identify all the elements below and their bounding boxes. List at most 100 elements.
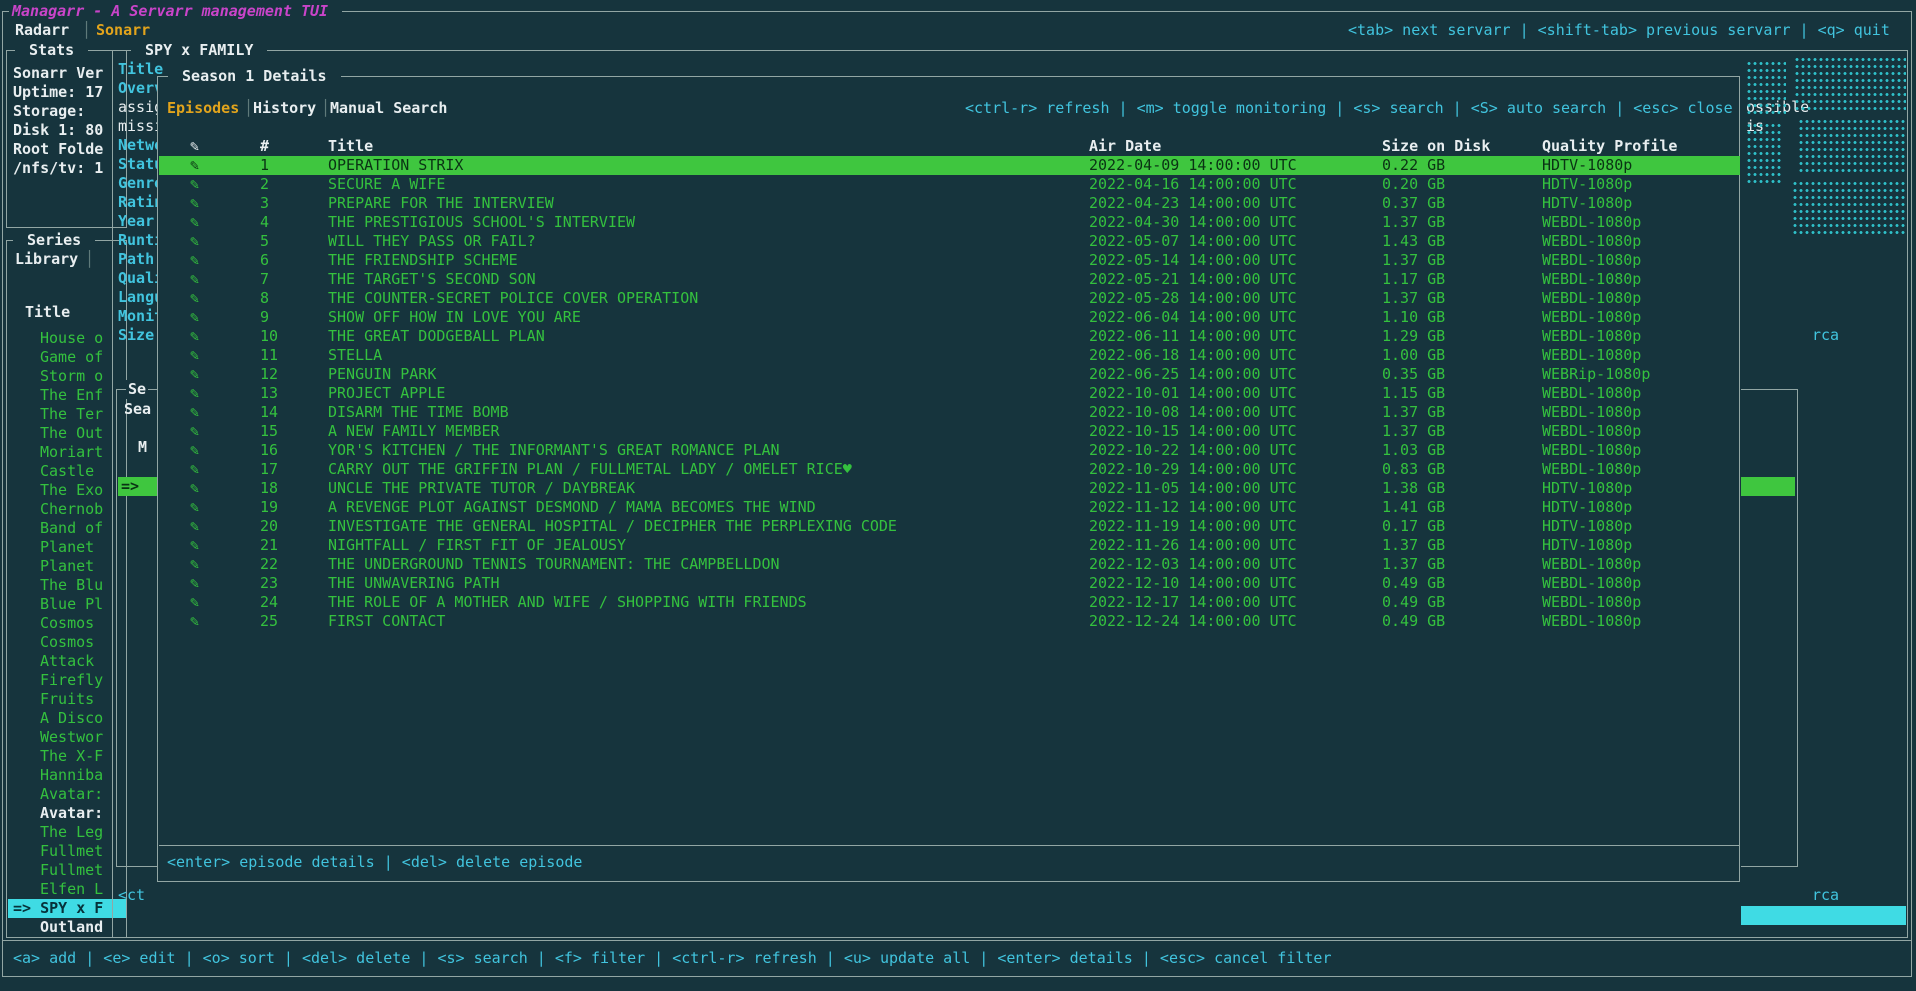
series-list-item[interactable]: => SPY x F <box>8 899 126 918</box>
episode-row[interactable]: ✎11STELLA2022-06-18 14:00:00 UTC1.00 GBW… <box>159 346 1740 365</box>
series-list-item[interactable]: Firefly <box>8 671 126 690</box>
episode-quality: WEBDL-1080p <box>1542 612 1641 631</box>
series-list-item[interactable]: Storm o <box>8 367 126 386</box>
column-header-title[interactable]: Title <box>328 137 373 156</box>
series-list-item[interactable]: Hanniba <box>8 766 126 785</box>
episode-row[interactable]: ✎3PREPARE FOR THE INTERVIEW2022-04-23 14… <box>159 194 1740 213</box>
monitoring-icon: ✎ <box>190 137 199 156</box>
episode-row[interactable]: ✎20INVESTIGATE THE GENERAL HOSPITAL / DE… <box>159 517 1740 536</box>
series-list-item[interactable]: Elfen L <box>8 880 126 899</box>
episode-title: FIRST CONTACT <box>328 612 445 631</box>
episode-size: 1.03 GB <box>1382 441 1445 460</box>
tab-library[interactable]: Library <box>15 250 78 269</box>
episode-row[interactable]: ✎22THE UNDERGROUND TENNIS TOURNAMENT: TH… <box>159 555 1740 574</box>
episode-row[interactable]: ✎18UNCLE THE PRIVATE TUTOR / DAYBREAK202… <box>159 479 1740 498</box>
series-list-item[interactable]: The Ter <box>8 405 126 424</box>
episode-row[interactable]: ✎21NIGHTFALL / FIRST FIT OF JEALOUSY2022… <box>159 536 1740 555</box>
column-header-quality[interactable]: Quality Profile <box>1542 137 1677 156</box>
episode-row[interactable]: ✎6THE FRIENDSHIP SCHEME2022-05-14 14:00:… <box>159 251 1740 270</box>
tab-sonarr[interactable]: Sonarr <box>96 21 150 40</box>
episode-row[interactable]: ✎8THE COUNTER-SECRET POLICE COVER OPERAT… <box>159 289 1740 308</box>
tab-manual-search[interactable]: Manual Search <box>330 99 447 118</box>
episode-row[interactable]: ✎15A NEW FAMILY MEMBER2022-10-15 14:00:0… <box>159 422 1740 441</box>
episode-quality: WEBDL-1080p <box>1542 270 1641 289</box>
selected-season-row-fragment[interactable]: => <box>118 477 157 496</box>
episode-title: OPERATION STRIX <box>328 156 463 175</box>
episode-number: 19 <box>260 498 278 517</box>
episode-row[interactable]: ✎14DISARM THE TIME BOMB2022-10-08 14:00:… <box>159 403 1740 422</box>
series-list-item[interactable]: The Blu <box>8 576 126 595</box>
episode-row[interactable]: ✎7THE TARGET'S SECOND SON2022-05-21 14:0… <box>159 270 1740 289</box>
episode-size: 1.37 GB <box>1382 289 1445 308</box>
episode-quality: HDTV-1080p <box>1542 498 1632 517</box>
episode-quality: WEBDL-1080p <box>1542 384 1641 403</box>
series-list-item[interactable]: The X-F <box>8 747 126 766</box>
series-list-item[interactable]: Fullmet <box>8 861 126 880</box>
series-list-item[interactable]: Blue Pl <box>8 595 126 614</box>
tab-radarr[interactable]: Radarr <box>15 21 69 40</box>
series-list-item[interactable]: Fullmet <box>8 842 126 861</box>
monitoring-icon: ✎ <box>190 156 199 175</box>
episode-row[interactable]: ✎12PENGUIN PARK2022-06-25 14:00:00 UTC0.… <box>159 365 1740 384</box>
series-list-item[interactable]: Avatar: <box>8 804 126 823</box>
series-list-item[interactable]: The Leg <box>8 823 126 842</box>
series-list-item[interactable]: House o <box>8 329 126 348</box>
episode-row[interactable]: ✎17CARRY OUT THE GRIFFIN PLAN / FULLMETA… <box>159 460 1740 479</box>
series-list-item[interactable]: Castle <box>8 462 126 481</box>
monitoring-icon: ✎ <box>190 175 199 194</box>
episode-table-body: ✎1OPERATION STRIX2022-04-09 14:00:00 UTC… <box>159 156 1740 631</box>
episode-row[interactable]: ✎24THE ROLE OF A MOTHER AND WIFE / SHOPP… <box>159 593 1740 612</box>
series-list-item[interactable]: Cosmos <box>8 614 126 633</box>
monitoring-icon: ✎ <box>190 346 199 365</box>
series-list-item[interactable]: Planet <box>8 538 126 557</box>
series-list-item[interactable]: Planet <box>8 557 126 576</box>
series-column-header: Title <box>25 303 70 322</box>
column-header-air-date[interactable]: Air Date <box>1089 137 1161 156</box>
monitoring-icon: ✎ <box>190 194 199 213</box>
episode-row[interactable]: ✎23THE UNWAVERING PATH2022-12-10 14:00:0… <box>159 574 1740 593</box>
episode-title: SHOW OFF HOW IN LOVE YOU ARE <box>328 308 581 327</box>
column-header-number[interactable]: # <box>260 137 269 156</box>
series-list-item[interactable]: Fruits <box>8 690 126 709</box>
episode-size: 1.37 GB <box>1382 403 1445 422</box>
episode-number: 8 <box>260 289 269 308</box>
episode-row[interactable]: ✎16YOR'S KITCHEN / THE INFORMANT'S GREAT… <box>159 441 1740 460</box>
series-list-item[interactable]: The Exo <box>8 481 126 500</box>
episode-row[interactable]: ✎4THE PRESTIGIOUS SCHOOL'S INTERVIEW2022… <box>159 213 1740 232</box>
column-header-size[interactable]: Size on Disk <box>1382 137 1490 156</box>
monitoring-icon: ✎ <box>190 232 199 251</box>
episode-row[interactable]: ✎13PROJECT APPLE2022-10-01 14:00:00 UTC1… <box>159 384 1740 403</box>
episode-row[interactable]: ✎10THE GREAT DODGEBALL PLAN2022-06-11 14… <box>159 327 1740 346</box>
series-list-item[interactable]: The Out <box>8 424 126 443</box>
episode-row[interactable]: ✎1OPERATION STRIX2022-04-09 14:00:00 UTC… <box>159 156 1740 175</box>
episode-row[interactable]: ✎5WILL THEY PASS OR FAIL?2022-05-07 14:0… <box>159 232 1740 251</box>
episode-quality: HDTV-1080p <box>1542 536 1632 555</box>
episode-row[interactable]: ✎2SECURE A WIFE2022-04-16 14:00:00 UTC0.… <box>159 175 1740 194</box>
details-help-fragment: <ct <box>118 886 145 905</box>
episode-quality: HDTV-1080p <box>1542 479 1632 498</box>
series-list-item[interactable]: Moriart <box>8 443 126 462</box>
episode-air-date: 2022-10-15 14:00:00 UTC <box>1089 422 1297 441</box>
tab-history[interactable]: History <box>253 99 316 118</box>
episode-row[interactable]: ✎9SHOW OFF HOW IN LOVE YOU ARE2022-06-04… <box>159 308 1740 327</box>
series-list-item[interactable]: Westwor <box>8 728 126 747</box>
series-list-item[interactable]: Band of <box>8 519 126 538</box>
episode-row[interactable]: ✎19A REVENGE PLOT AGAINST DESMOND / MAMA… <box>159 498 1740 517</box>
series-list-item[interactable]: A Disco <box>8 709 126 728</box>
episode-quality: WEBDL-1080p <box>1542 555 1641 574</box>
series-list-item[interactable]: The Enf <box>8 386 126 405</box>
popup-footer-separator <box>159 845 1740 846</box>
episode-number: 3 <box>260 194 269 213</box>
series-list-item[interactable]: Avatar: <box>8 785 126 804</box>
series-list-item[interactable]: Chernob <box>8 500 126 519</box>
episode-row[interactable]: ✎25FIRST CONTACT2022-12-24 14:00:00 UTC0… <box>159 612 1740 631</box>
series-list-item[interactable]: Attack <box>8 652 126 671</box>
tab-episodes[interactable]: Episodes <box>167 99 239 118</box>
episode-size: 0.35 GB <box>1382 365 1445 384</box>
series-list-item[interactable]: Cosmos <box>8 633 126 652</box>
series-list-item[interactable]: Outland <box>8 918 126 937</box>
episode-quality: WEBDL-1080p <box>1542 213 1641 232</box>
popup-tab-divider: │ <box>321 99 330 118</box>
episode-number: 23 <box>260 574 278 593</box>
series-list-item[interactable]: Game of <box>8 348 126 367</box>
